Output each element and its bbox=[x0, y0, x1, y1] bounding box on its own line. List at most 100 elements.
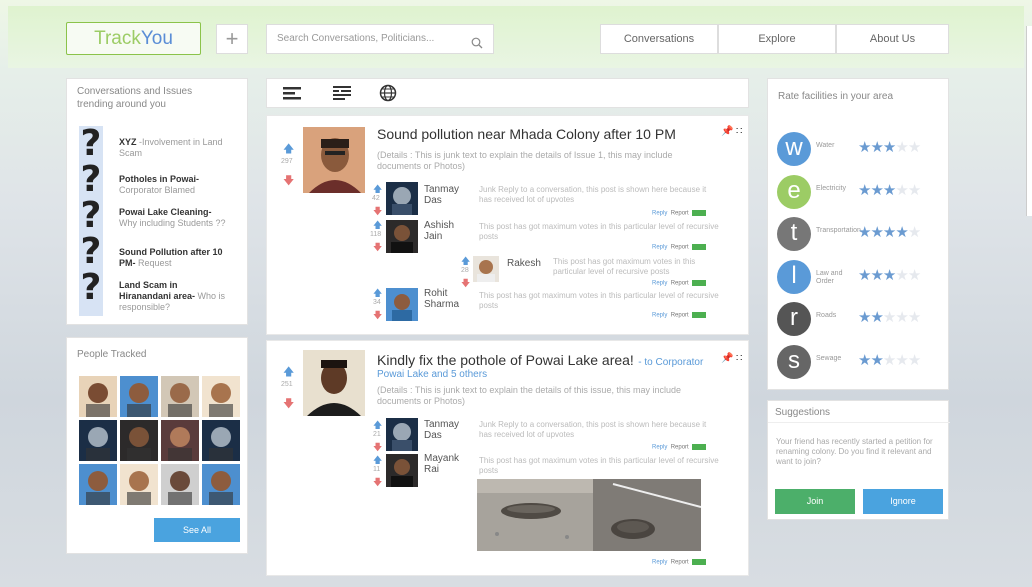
share-badge[interactable] bbox=[692, 280, 707, 286]
reply-author[interactable]: Tanmay Das bbox=[424, 184, 474, 206]
tracked-person-avatar[interactable] bbox=[161, 464, 199, 505]
star-icon[interactable]: ★ bbox=[883, 139, 896, 156]
star-icon[interactable]: ★ bbox=[908, 309, 921, 326]
trending-item[interactable]: Sound Pollution after 10 PM- Request bbox=[119, 247, 231, 269]
star-rating[interactable]: ★★★★★ bbox=[858, 181, 921, 199]
star-icon[interactable]: ★ bbox=[908, 352, 921, 369]
star-icon[interactable]: ★ bbox=[883, 182, 896, 199]
nav-conversations[interactable]: Conversations bbox=[600, 24, 718, 54]
star-icon[interactable]: ★ bbox=[870, 267, 883, 284]
star-icon[interactable]: ★ bbox=[895, 182, 908, 199]
star-icon[interactable]: ★ bbox=[895, 309, 908, 326]
tracked-person-avatar[interactable] bbox=[79, 420, 117, 461]
pin-icon[interactable]: 📌 bbox=[721, 353, 733, 364]
reply-avatar[interactable] bbox=[386, 454, 418, 487]
star-icon[interactable]: ★ bbox=[883, 352, 896, 369]
tracked-person-avatar[interactable] bbox=[161, 376, 199, 417]
star-icon[interactable]: ★ bbox=[908, 267, 921, 284]
add-button[interactable]: + bbox=[216, 24, 248, 54]
reply-link[interactable]: Reply bbox=[652, 245, 667, 251]
reply-author[interactable]: Tanmay Das bbox=[424, 419, 474, 441]
star-icon[interactable]: ★ bbox=[883, 309, 896, 326]
star-icon[interactable]: ★ bbox=[870, 182, 883, 199]
pothole-photo[interactable] bbox=[477, 479, 593, 551]
star-icon[interactable]: ★ bbox=[908, 224, 921, 241]
reply-link[interactable]: Reply bbox=[652, 281, 667, 287]
star-icon[interactable]: ★ bbox=[908, 182, 921, 199]
downvote-icon[interactable]: 🡇 bbox=[283, 172, 294, 191]
share-badge[interactable] bbox=[692, 244, 707, 250]
star-icon[interactable]: ★ bbox=[895, 267, 908, 284]
compact-list-icon[interactable] bbox=[333, 86, 351, 104]
trending-item[interactable]: XYZ -Involvement in Land Scam bbox=[119, 137, 231, 159]
star-icon[interactable]: ★ bbox=[895, 224, 908, 241]
upvote-icon[interactable]: 🡅 bbox=[283, 363, 294, 382]
tracked-person-avatar[interactable] bbox=[202, 376, 240, 417]
reply-author[interactable]: Ashish Jain bbox=[424, 220, 474, 242]
star-icon[interactable]: ★ bbox=[870, 309, 883, 326]
search-icon[interactable] bbox=[471, 33, 483, 61]
search-input[interactable]: Search Conversations, Politicians... bbox=[266, 24, 494, 54]
report-link[interactable]: Report bbox=[671, 211, 689, 217]
tracked-person-avatar[interactable] bbox=[120, 420, 158, 461]
tracked-person-avatar[interactable] bbox=[161, 420, 199, 461]
share-badge[interactable] bbox=[692, 559, 707, 565]
reply-avatar[interactable] bbox=[386, 220, 418, 253]
downvote-icon[interactable]: 🡇 bbox=[283, 395, 294, 414]
star-rating[interactable]: ★★★★★ bbox=[858, 138, 921, 156]
post-title[interactable]: Sound pollution near Mhada Colony after … bbox=[377, 126, 676, 142]
reply-link[interactable]: Reply bbox=[652, 313, 667, 319]
star-icon[interactable]: ★ bbox=[858, 309, 871, 326]
trending-item[interactable]: Powai Lake Cleaning- Why including Stude… bbox=[119, 207, 231, 229]
trending-item[interactable]: Land Scam in Hiranandani area- Who is re… bbox=[119, 280, 231, 313]
star-icon[interactable]: ★ bbox=[870, 139, 883, 156]
tracked-person-avatar[interactable] bbox=[202, 464, 240, 505]
list-icon[interactable] bbox=[283, 86, 301, 104]
globe-icon[interactable] bbox=[379, 84, 397, 106]
downvote-icon[interactable]: 🡇 bbox=[373, 240, 382, 256]
tracked-person-avatar[interactable] bbox=[79, 464, 117, 505]
star-icon[interactable]: ★ bbox=[895, 139, 908, 156]
report-link[interactable]: Report bbox=[671, 313, 689, 319]
star-icon[interactable]: ★ bbox=[858, 182, 871, 199]
star-rating[interactable]: ★★★★★ bbox=[858, 266, 921, 284]
scrollbar[interactable] bbox=[1026, 26, 1032, 216]
logo[interactable]: TrackYou bbox=[66, 22, 201, 55]
author-avatar[interactable] bbox=[303, 350, 365, 416]
menu-dots-icon[interactable]: ∷ bbox=[736, 126, 742, 137]
star-icon[interactable]: ★ bbox=[908, 139, 921, 156]
reply-avatar[interactable] bbox=[386, 182, 418, 215]
join-button[interactable]: Join bbox=[775, 489, 855, 514]
reply-author[interactable]: Mayank Rai bbox=[424, 453, 474, 475]
tracked-person-avatar[interactable] bbox=[120, 376, 158, 417]
downvote-icon[interactable]: 🡇 bbox=[373, 308, 382, 324]
star-icon[interactable]: ★ bbox=[870, 224, 883, 241]
upvote-icon[interactable]: 🡅 bbox=[283, 140, 294, 159]
post-tagline[interactable]: Powai Lake and 5 others bbox=[377, 369, 487, 380]
post-target[interactable]: - to Corporator bbox=[638, 357, 703, 368]
downvote-icon[interactable]: 🡇 bbox=[373, 475, 382, 491]
star-icon[interactable]: ★ bbox=[858, 267, 871, 284]
star-icon[interactable]: ★ bbox=[870, 352, 883, 369]
tracked-person-avatar[interactable] bbox=[202, 420, 240, 461]
reply-avatar[interactable] bbox=[386, 288, 418, 321]
reply-link[interactable]: Reply bbox=[652, 445, 667, 451]
menu-dots-icon[interactable]: ∷ bbox=[736, 353, 742, 364]
report-link[interactable]: Report bbox=[671, 560, 689, 566]
tracked-person-avatar[interactable] bbox=[120, 464, 158, 505]
report-link[interactable]: Report bbox=[671, 445, 689, 451]
star-icon[interactable]: ★ bbox=[858, 352, 871, 369]
reply-author[interactable]: Rakesh bbox=[507, 258, 541, 269]
star-rating[interactable]: ★★★★★ bbox=[858, 351, 921, 369]
star-icon[interactable]: ★ bbox=[895, 352, 908, 369]
report-link[interactable]: Report bbox=[671, 245, 689, 251]
reply-link[interactable]: Reply bbox=[652, 211, 667, 217]
pin-icon[interactable]: 📌 bbox=[721, 126, 733, 137]
tracked-person-avatar[interactable] bbox=[79, 376, 117, 417]
author-avatar[interactable] bbox=[303, 127, 365, 193]
trending-item[interactable]: Potholes in Powai- Corporator Blamed bbox=[119, 174, 231, 196]
reply-avatar[interactable] bbox=[473, 256, 499, 282]
star-icon[interactable]: ★ bbox=[858, 139, 871, 156]
star-rating[interactable]: ★★★★★ bbox=[858, 223, 921, 241]
nav-about-us[interactable]: About Us bbox=[836, 24, 949, 54]
